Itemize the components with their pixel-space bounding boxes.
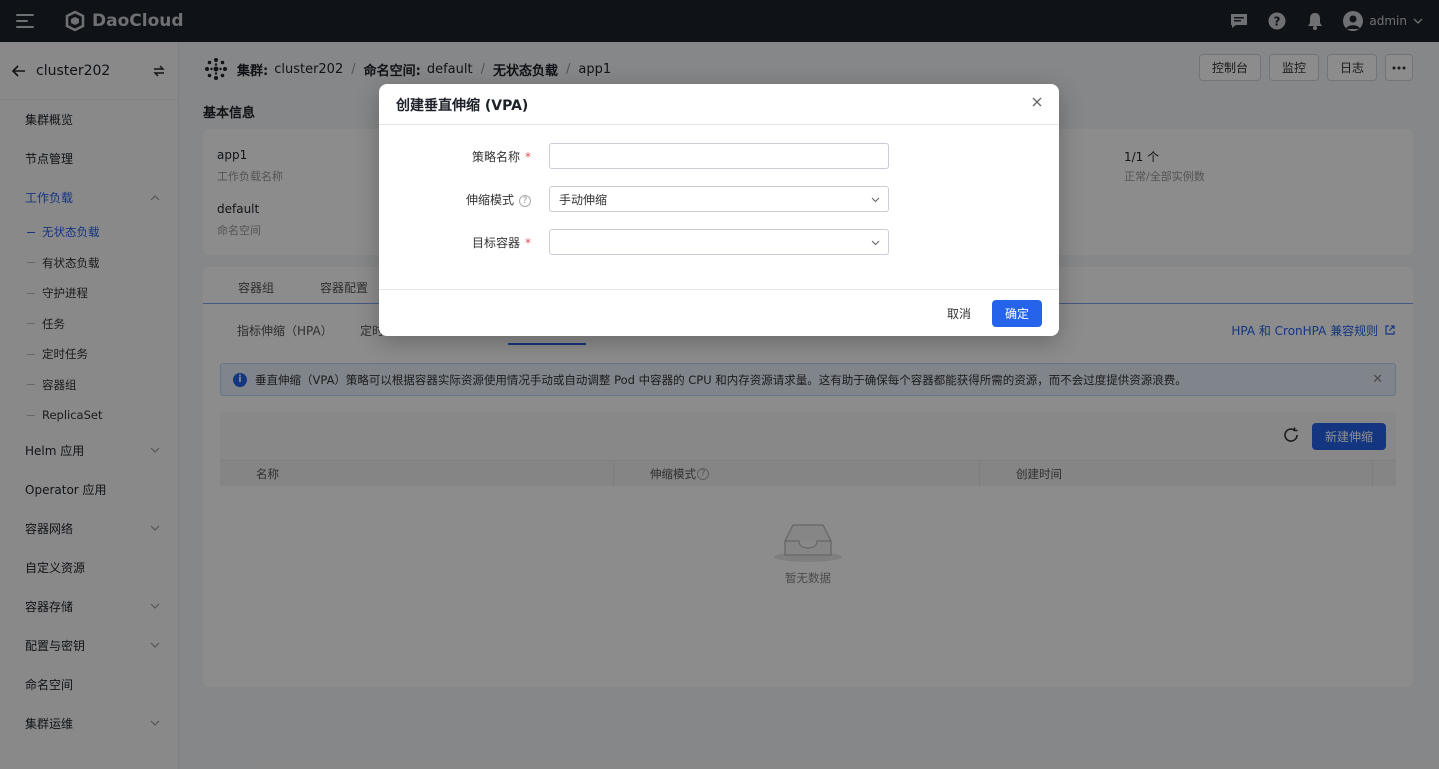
scaling-mode-label: 伸缩模式?	[379, 191, 531, 208]
dialog-title: 创建垂直伸缩 (VPA)	[396, 98, 529, 114]
close-icon[interactable]	[1031, 96, 1043, 108]
scaling-mode-label-text: 伸缩模式	[465, 193, 514, 207]
dialog-header-divider	[379, 124, 1059, 125]
policy-name-label: 策略名称 *	[379, 148, 531, 165]
dialog-footer-divider	[379, 289, 1059, 290]
policy-name-input[interactable]	[549, 143, 889, 169]
required-mark: *	[525, 150, 531, 164]
target-container-select[interactable]	[549, 229, 889, 255]
create-vpa-dialog: 创建垂直伸缩 (VPA) 策略名称 * 伸缩模式? 手动伸缩 目标容器 * 取消 确…	[379, 84, 1059, 336]
scaling-mode-select[interactable]: 手动伸缩	[549, 186, 889, 212]
chevron-down-icon	[871, 240, 880, 246]
target-container-label-text: 目标容器	[471, 236, 520, 250]
help-icon[interactable]: ?	[519, 194, 531, 207]
cancel-button[interactable]: 取消	[947, 305, 971, 322]
confirm-button[interactable]: 确定	[991, 300, 1042, 327]
scaling-mode-value: 手动伸缩	[559, 192, 608, 207]
target-container-label: 目标容器 *	[379, 234, 531, 251]
required-mark: *	[525, 236, 531, 250]
chevron-down-icon	[871, 197, 880, 203]
policy-name-label-text: 策略名称	[471, 150, 520, 164]
